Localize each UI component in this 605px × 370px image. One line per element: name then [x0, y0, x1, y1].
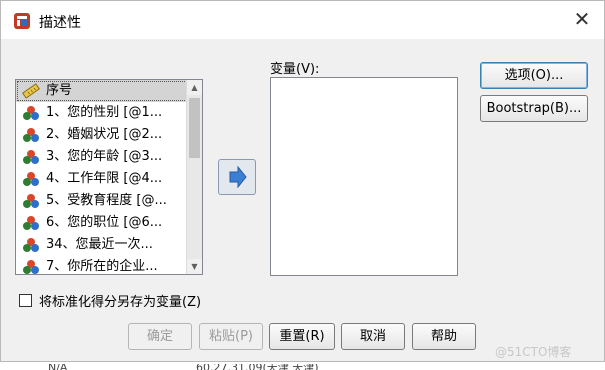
nominal-variable-icon [22, 215, 40, 231]
list-item[interactable]: 1、您的性别 [@1... [16, 102, 188, 124]
scroll-down-arrow-icon[interactable]: ▼ [187, 259, 202, 274]
save-standardized-label: 将标准化得分另存为变量(Z) [39, 295, 202, 310]
nominal-variable-icon [22, 171, 40, 187]
paste-button[interactable]: 粘贴(P) [199, 323, 263, 350]
app-icon [14, 13, 30, 29]
list-item[interactable]: 5、受教育程度 [@... [16, 190, 188, 212]
list-item-label: 3、您的年龄 [@3... [46, 149, 163, 164]
list-item-label: 2、婚姻状况 [@2... [46, 127, 163, 142]
list-item[interactable]: 6、您的职位 [@6... [16, 212, 188, 234]
scroll-up-arrow-icon[interactable]: ▲ [187, 80, 202, 95]
bootstrap-button[interactable]: Bootstrap(B)... [480, 95, 588, 122]
nominal-variable-icon [22, 193, 40, 209]
save-standardized-checkbox[interactable] [19, 294, 32, 307]
nominal-variable-icon [22, 237, 40, 253]
nominal-variable-icon [22, 127, 40, 143]
title-bar: 描述性 ✕ [1, 1, 604, 39]
source-list-items: 序号 1、您的性别 [@1... 2、婚姻状况 [@2... 3、您的年龄 [@3..… [16, 80, 188, 274]
list-item[interactable]: 34、您最近一次... [16, 234, 188, 256]
list-item-label: 序号 [46, 83, 73, 98]
window-title: 描述性 [39, 15, 81, 31]
variables-target-list[interactable] [270, 77, 458, 276]
list-item[interactable]: 7、你所在的企业... [16, 256, 188, 274]
list-item-label: 6、您的职位 [@6... [46, 215, 163, 230]
ruler-icon [22, 83, 40, 99]
descriptives-dialog: 描述性 ✕ 序号 1、您的性别 [@1... 2、婚姻状况 [@2... 3、您的年龄… [0, 0, 605, 362]
list-item-label: 5、受教育程度 [@... [46, 193, 167, 208]
options-button[interactable]: 选项(O)... [480, 62, 588, 89]
variables-label: 变量(V): [270, 62, 320, 77]
close-button[interactable]: ✕ [567, 7, 597, 33]
watermark: @51CTO博客 [495, 345, 572, 359]
list-item-label: 1、您的性别 [@1... [46, 105, 163, 120]
source-variable-list[interactable]: 序号 1、您的性别 [@1... 2、婚姻状况 [@2... 3、您的年龄 [@3..… [15, 79, 203, 275]
background-cell-middle: 60.27.31.09(天津 天津) [196, 364, 319, 370]
move-to-variables-button[interactable] [218, 159, 256, 195]
list-item[interactable]: 4、工作年限 [@4... [16, 168, 188, 190]
help-button[interactable]: 帮助 [412, 323, 476, 350]
ok-button[interactable]: 确定 [128, 323, 192, 350]
cancel-button[interactable]: 取消 [341, 323, 405, 350]
background-cell-left: N/A [48, 364, 67, 370]
list-scrollbar[interactable]: ▲ ▼ [186, 80, 202, 274]
reset-button[interactable]: 重置(R) [269, 323, 335, 350]
list-item[interactable]: 3、您的年龄 [@3... [16, 146, 188, 168]
close-icon: ✕ [573, 7, 591, 31]
list-item-label: 7、你所在的企业... [46, 259, 158, 274]
scrollbar-thumb[interactable] [189, 98, 200, 158]
nominal-variable-icon [22, 259, 40, 274]
arrow-right-icon [229, 165, 247, 189]
list-item-label: 4、工作年限 [@4... [46, 171, 163, 186]
list-item[interactable]: 2、婚姻状况 [@2... [16, 124, 188, 146]
nominal-variable-icon [22, 149, 40, 165]
nominal-variable-icon [22, 105, 40, 121]
list-item-label: 34、您最近一次... [46, 237, 153, 252]
list-item[interactable]: 序号 [16, 80, 188, 102]
